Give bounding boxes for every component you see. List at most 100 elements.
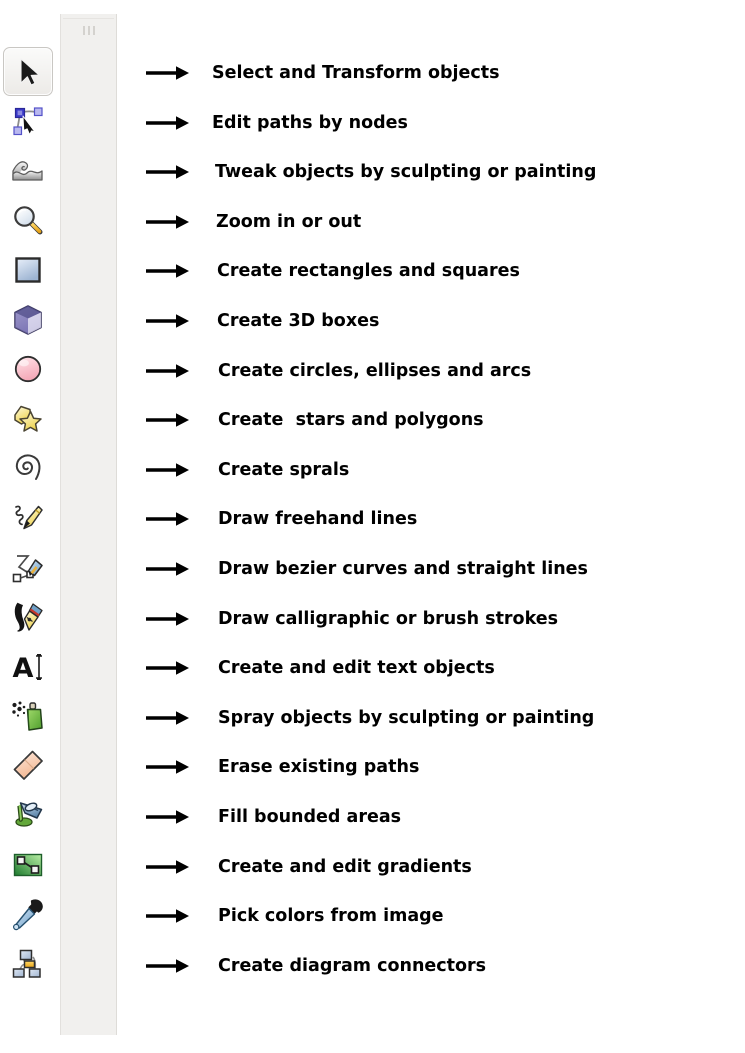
paint-bucket-icon xyxy=(11,799,45,833)
drag-handle-bar xyxy=(92,25,95,35)
box3d-tool-button[interactable] xyxy=(3,295,53,344)
tool-description-label: Draw freehand lines xyxy=(218,509,418,530)
tool-description-label: Create stars and polygons xyxy=(218,410,484,431)
bezier-tool-button[interactable] xyxy=(3,543,53,592)
spray-tool-button[interactable] xyxy=(3,692,53,741)
calligraphy-pen-icon xyxy=(11,600,45,634)
calligraphy-tool-button[interactable] xyxy=(3,593,53,642)
star-tool-button[interactable] xyxy=(3,394,53,443)
toolbox-divider xyxy=(63,18,114,19)
gradient-icon xyxy=(11,848,45,882)
annotation-row: Create circles, ellipses and arcs xyxy=(146,356,531,386)
spiral-icon xyxy=(11,451,45,485)
drag-handle-bar xyxy=(87,25,90,35)
tool-description-label: Tweak objects by sculpting or painting xyxy=(215,162,597,183)
annotation-row: Pick colors from image xyxy=(146,901,444,931)
node-tool-button[interactable] xyxy=(3,97,53,146)
right-arrow-icon xyxy=(146,261,190,281)
dropper-tool-button[interactable] xyxy=(3,890,53,939)
text-tool-button[interactable]: A xyxy=(3,642,53,691)
selector-tool-button[interactable] xyxy=(3,47,53,96)
right-arrow-icon xyxy=(146,708,190,728)
annotation-row: Spray objects by sculpting or painting xyxy=(146,703,594,733)
right-arrow-icon xyxy=(146,757,190,777)
annotation-row: Create and edit text objects xyxy=(146,653,495,683)
connector-icon xyxy=(11,947,45,981)
text-a-icon: A xyxy=(11,650,45,684)
annotation-row: Create stars and polygons xyxy=(146,405,484,435)
right-arrow-icon xyxy=(146,658,190,678)
rectangle-icon xyxy=(11,253,45,287)
annotation-row: Draw calligraphic or brush strokes xyxy=(146,604,558,634)
right-arrow-icon xyxy=(146,460,190,480)
annotation-row: Tweak objects by sculpting or painting xyxy=(146,157,596,187)
right-arrow-icon xyxy=(146,956,190,976)
magnifier-icon xyxy=(11,203,45,237)
annotation-row: Create sprals xyxy=(146,455,349,485)
tool-description-label: Create rectangles and squares xyxy=(217,261,520,282)
tool-description-label: Erase existing paths xyxy=(218,757,420,778)
annotation-row: Create and edit gradients xyxy=(146,852,472,882)
right-arrow-icon xyxy=(146,906,190,926)
zoom-tool-button[interactable] xyxy=(3,196,53,245)
ellipse-tool-button[interactable] xyxy=(3,345,53,394)
right-arrow-icon xyxy=(146,609,190,629)
annotation-row: Draw freehand lines xyxy=(146,504,417,534)
pencil-icon xyxy=(11,501,45,535)
tool-description-label: Draw bezier curves and straight lines xyxy=(218,559,588,579)
spray-can-icon xyxy=(11,699,45,733)
tool-description-label: Create diagram connectors xyxy=(218,955,487,976)
paint-bucket-tool-button[interactable] xyxy=(3,791,53,840)
right-arrow-icon xyxy=(146,807,190,827)
tool-description-label: Zoom in or out xyxy=(216,211,362,232)
eraser-tool-button[interactable] xyxy=(3,741,53,790)
right-arrow-icon xyxy=(146,857,190,877)
annotation-row: Create diagram connectors xyxy=(146,951,486,981)
annotation-row: Edit paths by nodes xyxy=(146,108,408,138)
annotation-row: Erase existing paths xyxy=(146,752,419,782)
ellipse-icon xyxy=(11,352,45,386)
right-arrow-icon xyxy=(146,410,190,430)
tool-description-label: Edit paths by nodes xyxy=(212,112,408,133)
annotation-row: Zoom in or out xyxy=(146,207,361,237)
tool-description-label: Create sprals xyxy=(218,459,350,480)
connector-tool-button[interactable] xyxy=(3,940,53,989)
selector-arrow-icon xyxy=(11,55,45,89)
toolbox-drag-handle[interactable] xyxy=(61,23,116,37)
tool-description-label: Create circles, ellipses and arcs xyxy=(218,360,532,381)
eyedropper-icon xyxy=(11,898,45,932)
annotation-row: Select and Transform objects xyxy=(146,58,500,88)
pencil-tool-button[interactable] xyxy=(3,493,53,542)
tool-description-label: Spray objects by sculpting or painting xyxy=(218,707,595,728)
right-arrow-icon xyxy=(146,509,190,529)
right-arrow-icon xyxy=(146,162,190,182)
annotation-row: Create 3D boxes xyxy=(146,306,379,336)
spiral-tool-button[interactable] xyxy=(3,444,53,493)
annotation-row: Draw bezier curves and straight lines xyxy=(146,554,588,584)
svg-text:A: A xyxy=(13,653,34,684)
right-arrow-icon xyxy=(146,311,190,331)
eraser-icon xyxy=(11,749,45,783)
bezier-pen-icon xyxy=(11,551,45,585)
tweak-tool-button[interactable] xyxy=(3,146,53,195)
right-arrow-icon xyxy=(146,361,190,381)
rectangle-tool-button[interactable] xyxy=(3,245,53,294)
node-editor-icon xyxy=(11,104,45,138)
annotation-row: Create rectangles and squares xyxy=(146,256,520,286)
tool-description-label: Draw calligraphic or brush strokes xyxy=(218,608,559,629)
right-arrow-icon xyxy=(146,212,190,232)
tool-description-label: Create 3D boxes xyxy=(217,311,380,331)
tool-description-label: Create and edit text objects xyxy=(218,658,495,679)
tweak-wave-icon xyxy=(11,154,45,188)
toolbox-panel[interactable] xyxy=(60,14,117,1035)
tool-description-label: Pick colors from image xyxy=(218,906,444,927)
gradient-tool-button[interactable] xyxy=(3,841,53,890)
right-arrow-icon xyxy=(146,559,190,579)
right-arrow-icon xyxy=(146,113,190,133)
tool-description-label: Create and edit gradients xyxy=(218,856,472,877)
tool-description-label: Fill bounded areas xyxy=(218,807,402,827)
tool-description-label: Select and Transform objects xyxy=(212,63,500,83)
box3d-icon xyxy=(11,303,45,337)
drag-handle-bar xyxy=(82,25,85,35)
right-arrow-icon xyxy=(146,63,190,83)
